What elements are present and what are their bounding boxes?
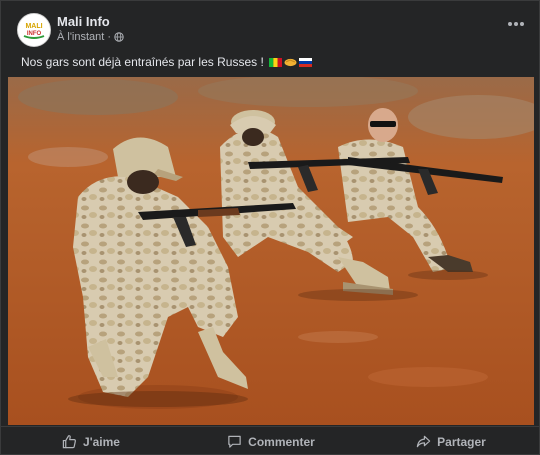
more-dot [508, 22, 512, 26]
like-button[interactable]: J'aime [1, 427, 181, 455]
page-avatar[interactable]: MALI INFO [17, 13, 51, 47]
share-button[interactable]: Partager [361, 427, 540, 455]
soldiers-training-photo [8, 77, 534, 425]
globe-icon [114, 32, 124, 42]
mali-info-logo: MALI INFO [18, 14, 50, 46]
post-text: Nos gars sont déjà entraînés par les Rus… [21, 55, 264, 69]
comment-label: Commenter [248, 434, 315, 449]
avatar-text-top: MALI [25, 23, 42, 30]
more-dot [520, 22, 524, 26]
post-header: MALI INFO Mali Info À l'instant · [1, 1, 540, 47]
more-dot [514, 22, 518, 26]
comment-icon [228, 435, 241, 448]
share-icon [416, 435, 431, 448]
post-timestamp[interactable]: À l'instant [57, 31, 104, 43]
page-name[interactable]: Mali Info [57, 14, 110, 29]
post-actions-bar: J'aime Commenter Partager [1, 426, 540, 455]
handshake-icon [284, 58, 297, 67]
avatar-text-bottom: INFO [27, 31, 42, 37]
post-photo[interactable] [8, 77, 534, 425]
facebook-post: MALI INFO Mali Info À l'instant · Nos ga… [0, 0, 540, 455]
post-meta: À l'instant · [57, 31, 124, 43]
post-text-container: Nos gars sont déjà entraînés par les Rus… [21, 55, 312, 69]
flag-russia-icon [298, 57, 312, 67]
share-label: Partager [437, 434, 486, 449]
more-options-button[interactable] [505, 15, 527, 33]
thumbs-up-icon [62, 435, 77, 449]
flag-mali-icon [268, 57, 282, 67]
like-label: J'aime [83, 434, 120, 449]
comment-button[interactable]: Commenter [181, 427, 361, 455]
